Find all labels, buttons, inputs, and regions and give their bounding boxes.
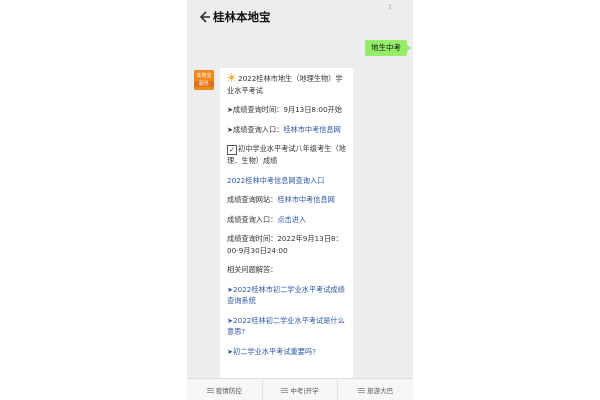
click-enter-link[interactable]: 点击进入 — [277, 215, 306, 224]
faq-title: 相关问题解答： — [227, 265, 278, 274]
menu-label: 中考|开学 — [290, 387, 319, 395]
faq-link-1[interactable]: ➤2022桂林市初二学业水平考试成绩查询系统 — [227, 284, 346, 307]
website-label: 成绩查询网站： — [227, 195, 278, 204]
query-time-range: 成绩查询时间：2022年9月13日8：00-9月30日24:00 — [227, 234, 343, 255]
menu-label: 旅游大巴 — [367, 387, 394, 395]
menu-lines-icon — [206, 387, 214, 393]
menu-item-exam[interactable]: 中考|开学 — [261, 379, 338, 400]
back-arrow-icon[interactable] — [197, 10, 211, 24]
checkbox-icon: ✓ — [227, 145, 237, 155]
message-heading: 2022桂林市地生（地理生物）学业水平考试 — [227, 73, 346, 96]
avatar[interactable]: 本地宝 服务 — [194, 70, 214, 90]
query-entrance-link[interactable]: 2022桂林中考信息网查询入口 — [227, 175, 346, 187]
entrance-line: ➤成绩查询入口：桂林市中考信息网 — [227, 124, 346, 136]
menu-label: 疫情防控 — [215, 387, 242, 395]
website-line: 成绩查询网站：桂林市中考信息网 — [227, 194, 346, 206]
menu-item-epidemic[interactable]: 疫情防控 — [187, 379, 262, 400]
page-title: 桂林本地宝 — [213, 10, 271, 24]
menu-lines-icon — [281, 387, 289, 393]
faq-link-3[interactable]: ➤初二学业水平考试重要吗? — [227, 346, 346, 358]
avatar-text: 本地宝 — [196, 73, 212, 79]
heading-text: 2022桂林市地生（地理生物）学业水平考试 — [227, 74, 343, 95]
website-link[interactable]: 桂林市中考信息网 — [277, 195, 335, 204]
check-text: 初中学业水平考试八年级考生（地理、生物）成绩 — [227, 144, 346, 165]
menu-lines-icon — [358, 387, 366, 393]
check-line: ✓ 初中学业水平考试八年级考生（地理、生物）成绩 — [227, 143, 346, 167]
chat-window: 桂林本地宝 地生中考 本地宝 服务 2022桂林市地生（地理生物）学业水平考试 … — [187, 0, 413, 400]
entrance-label: ➤成绩查询入口： — [227, 124, 284, 134]
avatar-text-2: 服务 — [194, 81, 214, 87]
ellipsis-icon[interactable] — [387, 4, 393, 10]
user-message-bubble: 地生中考 — [365, 40, 411, 56]
entry2-label: 成绩查询入口： — [227, 214, 278, 224]
faq-link-2[interactable]: ➤2022桂林初二学业水平考试是什么意思? — [227, 315, 346, 338]
reply-message-bubble: 2022桂林市地生（地理生物）学业水平考试 ➤成绩查询时间：9月13日8:00开… — [220, 68, 353, 378]
entrance-link[interactable]: 桂林市中考信息网 — [283, 125, 341, 134]
sun-icon — [227, 73, 236, 82]
chat-area: 地生中考 本地宝 服务 2022桂林市地生（地理生物）学业水平考试 ➤成绩查询时… — [187, 34, 413, 378]
title-bar: 桂林本地宝 — [187, 0, 413, 34]
entry2-line: 成绩查询入口：点击进入 — [227, 214, 346, 226]
menu-item-travel[interactable]: 旅游大巴 — [337, 379, 413, 400]
query-time-line: ➤成绩查询时间：9月13日8:00开始 — [227, 105, 342, 114]
bottom-menu: 疫情防控 中考|开学 旅游大巴 — [187, 378, 413, 400]
